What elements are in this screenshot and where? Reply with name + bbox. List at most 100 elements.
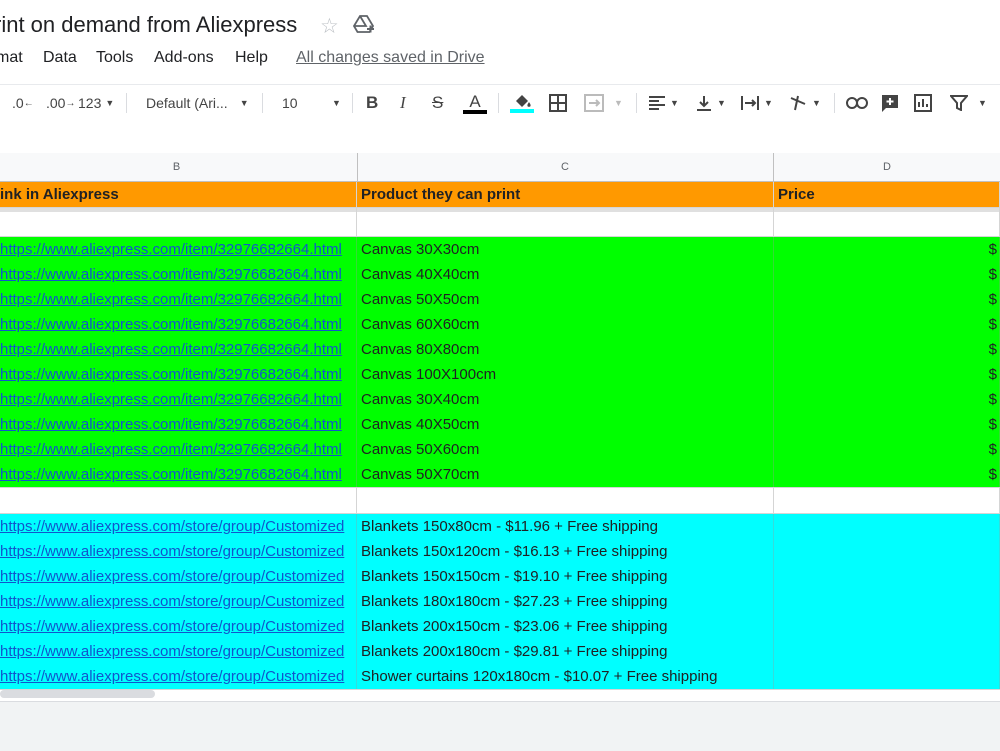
link-cell[interactable]: https://www.aliexpress.com/store/group/C… <box>0 514 357 539</box>
product-link[interactable]: https://www.aliexpress.com/item/32976682… <box>0 366 342 383</box>
price-cell[interactable]: $ <box>774 312 1000 337</box>
link-cell[interactable]: https://www.aliexpress.com/item/32976682… <box>0 362 357 387</box>
menu-format[interactable]: mat <box>0 49 23 67</box>
borders-icon[interactable] <box>549 85 567 121</box>
product-cell[interactable]: Canvas 80X80cm <box>357 337 774 362</box>
horizontal-scrollbar[interactable] <box>0 690 155 698</box>
merge-cells-icon[interactable]: ▼ <box>584 85 623 121</box>
product-cell[interactable]: Canvas 60X60cm <box>357 312 774 337</box>
text-rotation-icon[interactable]: ▼ <box>788 85 821 121</box>
link-cell[interactable]: https://www.aliexpress.com/store/group/C… <box>0 639 357 664</box>
link-cell[interactable]: https://www.aliexpress.com/store/group/C… <box>0 614 357 639</box>
increase-decimal-button[interactable]: .00 → <box>46 85 75 121</box>
more-formats-button[interactable]: 123 ▼ <box>78 85 114 121</box>
product-link[interactable]: https://www.aliexpress.com/store/group/C… <box>0 543 344 560</box>
product-link[interactable]: https://www.aliexpress.com/store/group/C… <box>0 618 344 635</box>
price-cell[interactable]: $ <box>774 237 1000 262</box>
decrease-decimal-button[interactable]: .0 ← <box>12 85 34 121</box>
price-cell[interactable]: $ <box>774 387 1000 412</box>
product-link[interactable]: https://www.aliexpress.com/item/32976682… <box>0 466 342 483</box>
product-link[interactable]: https://www.aliexpress.com/item/32976682… <box>0 291 342 308</box>
link-cell[interactable]: https://www.aliexpress.com/store/group/C… <box>0 589 357 614</box>
product-link[interactable]: https://www.aliexpress.com/store/group/C… <box>0 518 344 535</box>
save-status-link[interactable]: All changes saved in Drive <box>296 49 485 67</box>
product-link[interactable]: https://www.aliexpress.com/item/32976682… <box>0 441 342 458</box>
product-cell[interactable]: Canvas 30X40cm <box>357 387 774 412</box>
product-cell[interactable]: Blankets 150x80cm - $11.96 + Free shippi… <box>357 514 774 539</box>
font-family-select[interactable]: Default (Ari... ▼ <box>146 85 249 121</box>
column-header-c[interactable]: C <box>357 153 774 181</box>
bold-icon[interactable]: B <box>366 85 378 121</box>
price-cell[interactable] <box>774 639 1000 664</box>
header-cell-link[interactable]: ink in Aliexpress <box>0 182 357 207</box>
price-cell[interactable] <box>774 614 1000 639</box>
product-cell[interactable]: Canvas 50X70cm <box>357 462 774 487</box>
link-cell[interactable]: https://www.aliexpress.com/item/32976682… <box>0 462 357 487</box>
product-cell[interactable]: Blankets 150x150cm - $19.10 + Free shipp… <box>357 564 774 589</box>
product-cell[interactable]: Canvas 100X100cm <box>357 362 774 387</box>
link-cell[interactable]: https://www.aliexpress.com/store/group/C… <box>0 564 357 589</box>
product-cell[interactable]: Shower curtains 120x180cm - $10.07 + Fre… <box>357 664 774 689</box>
price-cell[interactable] <box>774 514 1000 539</box>
link-cell[interactable]: https://www.aliexpress.com/item/32976682… <box>0 387 357 412</box>
product-cell[interactable]: Canvas 40X50cm <box>357 412 774 437</box>
price-cell[interactable]: $ <box>774 362 1000 387</box>
vertical-align-icon[interactable]: ▼ <box>695 85 726 121</box>
price-cell[interactable]: $ <box>774 412 1000 437</box>
product-cell[interactable]: Canvas 50X60cm <box>357 437 774 462</box>
strikethrough-icon[interactable]: S <box>432 85 443 121</box>
link-cell[interactable]: https://www.aliexpress.com/store/group/C… <box>0 664 357 689</box>
link-cell[interactable]: https://www.aliexpress.com/store/group/C… <box>0 539 357 564</box>
filter-icon[interactable]: ▼ <box>950 85 987 121</box>
product-link[interactable]: https://www.aliexpress.com/store/group/C… <box>0 593 344 610</box>
product-cell[interactable]: Blankets 180x180cm - $27.23 + Free shipp… <box>357 589 774 614</box>
formula-bar[interactable] <box>0 121 1000 154</box>
price-cell[interactable]: $ <box>774 462 1000 487</box>
product-cell[interactable]: Blankets 200x150cm - $23.06 + Free shipp… <box>357 614 774 639</box>
link-cell[interactable]: https://www.aliexpress.com/item/32976682… <box>0 262 357 287</box>
product-cell[interactable]: Blankets 150x120cm - $16.13 + Free shipp… <box>357 539 774 564</box>
move-to-drive-icon[interactable] <box>352 15 375 40</box>
horizontal-align-icon[interactable]: ▼ <box>648 85 679 121</box>
product-cell[interactable]: Blankets 200x180cm - $29.81 + Free shipp… <box>357 639 774 664</box>
price-cell[interactable] <box>774 664 1000 689</box>
product-link[interactable]: https://www.aliexpress.com/item/32976682… <box>0 316 342 333</box>
link-cell[interactable]: https://www.aliexpress.com/item/32976682… <box>0 437 357 462</box>
insert-chart-icon[interactable] <box>914 85 932 121</box>
column-header-d[interactable]: D <box>774 153 1000 181</box>
price-cell[interactable] <box>774 539 1000 564</box>
menu-tools[interactable]: Tools <box>96 49 133 67</box>
price-cell[interactable]: $ <box>774 262 1000 287</box>
price-cell[interactable]: $ <box>774 337 1000 362</box>
price-cell[interactable]: $ <box>774 437 1000 462</box>
insert-comment-icon[interactable] <box>880 85 900 121</box>
link-cell[interactable]: https://www.aliexpress.com/item/32976682… <box>0 412 357 437</box>
product-link[interactable]: https://www.aliexpress.com/item/32976682… <box>0 416 342 433</box>
document-title[interactable]: rint on demand from Aliexpress <box>0 12 297 38</box>
menu-help[interactable]: Help <box>235 49 268 67</box>
link-cell[interactable]: https://www.aliexpress.com/item/32976682… <box>0 287 357 312</box>
product-link[interactable]: https://www.aliexpress.com/item/32976682… <box>0 241 342 258</box>
text-color-icon[interactable]: A <box>463 85 487 121</box>
text-wrap-icon[interactable]: ▼ <box>740 85 773 121</box>
product-link[interactable]: https://www.aliexpress.com/store/group/C… <box>0 568 344 585</box>
product-link[interactable]: https://www.aliexpress.com/item/32976682… <box>0 341 342 358</box>
star-icon[interactable]: ☆ <box>320 14 339 39</box>
product-cell[interactable]: Canvas 30X30cm <box>357 237 774 262</box>
fill-color-icon[interactable] <box>510 85 534 121</box>
product-link[interactable]: https://www.aliexpress.com/item/32976682… <box>0 391 342 408</box>
price-cell[interactable]: $ <box>774 287 1000 312</box>
product-cell[interactable]: Canvas 50X50cm <box>357 287 774 312</box>
menu-data[interactable]: Data <box>43 49 77 67</box>
price-cell[interactable] <box>774 589 1000 614</box>
font-size-select[interactable]: 10 ▼ <box>282 85 341 121</box>
link-cell[interactable]: https://www.aliexpress.com/item/32976682… <box>0 237 357 262</box>
product-link[interactable]: https://www.aliexpress.com/store/group/C… <box>0 643 344 660</box>
link-cell[interactable]: https://www.aliexpress.com/item/32976682… <box>0 337 357 362</box>
product-link[interactable]: https://www.aliexpress.com/store/group/C… <box>0 668 344 685</box>
insert-link-icon[interactable] <box>846 85 868 121</box>
link-cell[interactable]: https://www.aliexpress.com/item/32976682… <box>0 312 357 337</box>
column-header-b[interactable]: B <box>0 153 358 181</box>
header-cell-price[interactable]: Price <box>774 182 1000 207</box>
price-cell[interactable] <box>774 564 1000 589</box>
